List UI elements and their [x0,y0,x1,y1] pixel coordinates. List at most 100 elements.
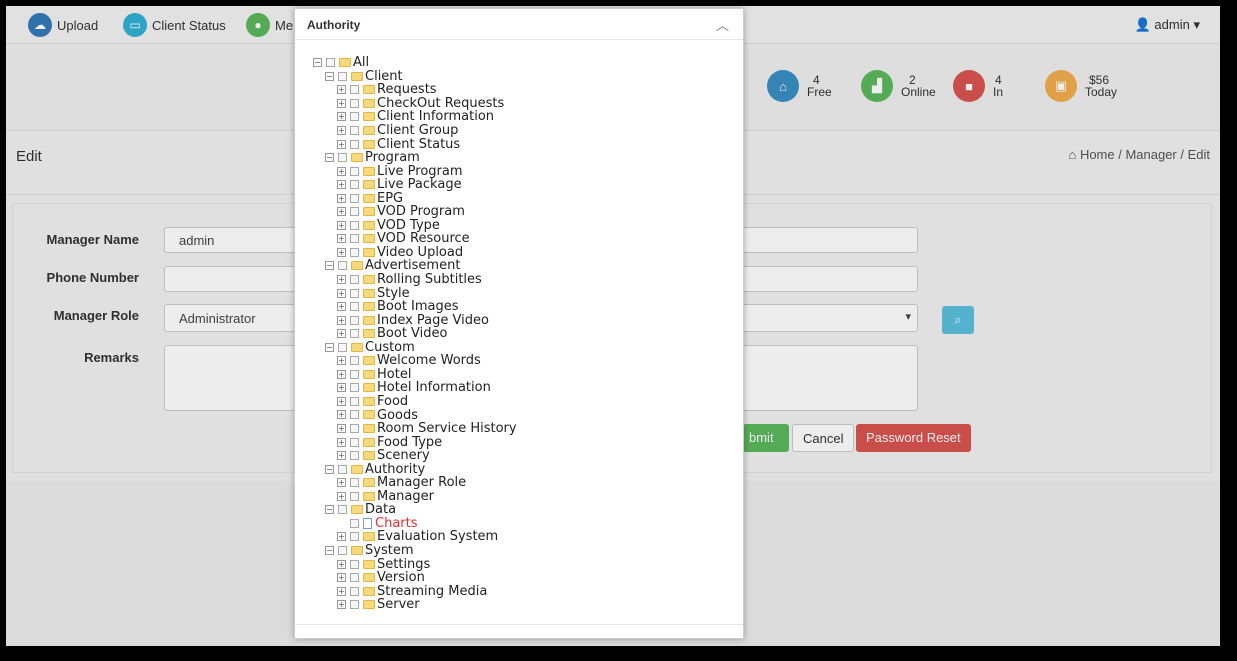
tree-node[interactable]: + Client Status [313,137,517,152]
tree-node[interactable]: + Boot Images [313,299,517,314]
checkbox[interactable] [350,207,359,217]
expand-icon[interactable]: + [337,437,346,447]
checkbox[interactable] [350,247,359,257]
expand-icon[interactable]: + [337,247,346,257]
tree-node[interactable]: + Streaming Media [313,584,517,599]
expand-icon[interactable]: + [337,396,346,406]
checkbox[interactable] [350,98,359,108]
checkbox[interactable] [350,424,359,434]
checkbox[interactable] [350,139,359,149]
expand-icon[interactable]: + [337,166,346,176]
checkbox[interactable] [350,166,359,176]
expand-icon[interactable]: + [337,478,346,488]
tree-node[interactable]: + EPG [313,191,517,206]
checkbox[interactable] [350,586,359,596]
tree-node[interactable]: − Data [313,502,517,517]
expand-icon[interactable]: + [337,491,346,501]
checkbox[interactable] [350,356,359,366]
tree-node[interactable]: + Welcome Words [313,353,517,368]
checkbox[interactable] [350,220,359,230]
expand-icon[interactable]: + [337,315,346,325]
tree-node[interactable]: + Requests [313,82,517,97]
tree-node[interactable]: − Program [313,150,517,165]
checkbox[interactable] [350,275,359,285]
checkbox[interactable] [350,532,359,542]
collapse-icon[interactable]: − [325,153,334,163]
checkbox[interactable] [350,315,359,325]
expand-icon[interactable]: + [337,288,346,298]
tree-node[interactable]: + Client Group [313,123,517,138]
tree-node[interactable]: − Custom [313,340,517,355]
expand-icon[interactable]: + [337,139,346,149]
checkbox[interactable] [350,112,359,122]
expand-icon[interactable]: + [337,275,346,285]
tree-node[interactable]: + VOD Program [313,204,517,219]
expand-icon[interactable]: + [337,532,346,542]
checkbox[interactable] [350,491,359,501]
checkbox[interactable] [350,383,359,393]
expand-icon[interactable]: + [337,193,346,203]
tree-node[interactable]: + Live Package [313,177,517,192]
collapse-icon[interactable]: − [325,342,334,352]
expand-icon[interactable]: + [337,207,346,217]
expand-icon[interactable]: + [337,451,346,461]
tree-node[interactable]: + Room Service History [313,421,517,436]
tree-node[interactable]: + Style [313,286,517,301]
tree-node[interactable]: + Manager Role [313,475,517,490]
tree-node[interactable]: + VOD Type [313,218,517,233]
checkbox[interactable] [338,464,347,474]
checkbox[interactable] [350,85,359,95]
collapse-icon[interactable]: − [313,58,322,68]
expand-icon[interactable]: + [337,410,346,420]
tree-node[interactable]: + Video Upload [313,245,517,260]
tree-node[interactable]: Charts [313,516,517,531]
collapse-icon[interactable]: − [325,71,334,81]
expand-icon[interactable]: + [337,573,346,583]
tree-node[interactable]: − Client [313,69,517,84]
checkbox[interactable] [338,153,347,163]
checkbox[interactable] [350,369,359,379]
expand-icon[interactable]: + [337,85,346,95]
checkbox[interactable] [350,234,359,244]
tree-node[interactable]: + Hotel [313,367,517,382]
tree-node[interactable]: + Food Type [313,435,517,450]
tree-node[interactable]: − All [313,55,517,70]
tree-node[interactable]: + Manager [313,489,517,504]
checkbox[interactable] [350,518,359,528]
tree-node[interactable]: + CheckOut Requests [313,96,517,111]
expand-icon[interactable]: + [337,586,346,596]
tree-node[interactable]: + Boot Video [313,326,517,341]
checkbox[interactable] [338,342,347,352]
expand-icon[interactable]: + [337,112,346,122]
collapse-icon[interactable]: − [325,261,334,271]
checkbox[interactable] [350,302,359,312]
checkbox[interactable] [326,58,335,68]
tree-node[interactable]: − System [313,543,517,558]
checkbox[interactable] [350,600,359,610]
tree-node[interactable]: + Food [313,394,517,409]
checkbox[interactable] [350,410,359,420]
expand-icon[interactable]: + [337,356,346,366]
checkbox[interactable] [350,126,359,135]
expand-icon[interactable]: + [337,98,346,108]
expand-icon[interactable]: + [337,220,346,230]
tree-node[interactable]: − Authority [313,462,517,477]
tree-node[interactable]: + Server [313,597,517,612]
tree-node[interactable]: + Client Information [313,109,517,124]
checkbox[interactable] [350,329,359,339]
checkbox[interactable] [338,505,347,515]
tree-node[interactable]: + Rolling Subtitles [313,272,517,287]
collapse-icon[interactable]: − [325,545,334,555]
expand-icon[interactable]: + [337,424,346,434]
collapse-icon[interactable]: − [325,505,334,515]
checkbox[interactable] [350,288,359,298]
checkbox[interactable] [338,71,347,81]
tree-node[interactable]: + Live Program [313,164,517,179]
checkbox[interactable] [350,573,359,583]
tree-node[interactable]: + VOD Resource [313,231,517,246]
chevron-up-icon[interactable]: ︿ [716,15,729,34]
tree-node[interactable]: + Index Page Video [313,313,517,328]
tree-node[interactable]: + Scenery [313,448,517,463]
expand-icon[interactable]: + [337,126,346,135]
expand-icon[interactable]: + [337,302,346,312]
